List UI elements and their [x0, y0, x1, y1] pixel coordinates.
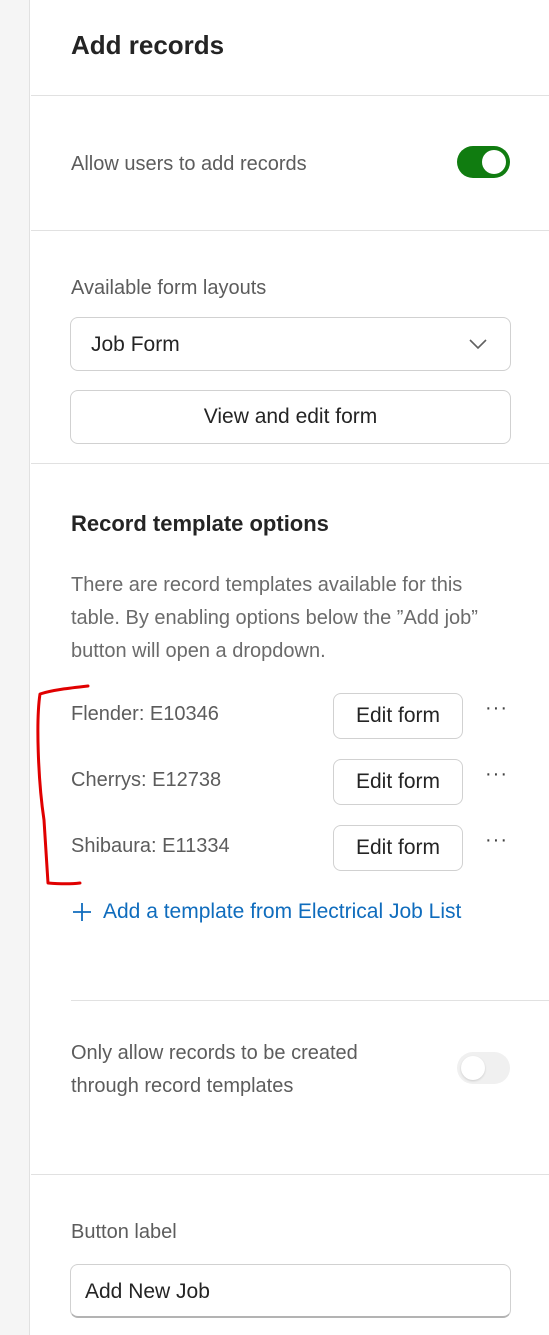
button-label-value: Add New Job	[85, 1280, 210, 1303]
allow-add-toggle[interactable]	[457, 146, 510, 178]
form-layouts-label: Available form layouts	[71, 277, 267, 299]
edit-form-button[interactable]: Edit form	[333, 825, 463, 871]
only-templates-toggle[interactable]	[457, 1052, 510, 1084]
template-name: Cherrys: E12738	[71, 769, 222, 791]
button-label-heading: Button label	[71, 1221, 177, 1243]
only-templates-label-line2: through record templates	[71, 1075, 294, 1097]
divider	[31, 230, 549, 231]
template-row: Shibaura: E11334 Edit form ···	[31, 825, 549, 871]
record-template-description: There are record templates available for…	[71, 574, 478, 662]
toggle-knob	[461, 1056, 485, 1080]
template-row: Flender: E10346 Edit form ···	[31, 693, 549, 739]
divider	[31, 1174, 549, 1175]
button-label-input[interactable]: Add New Job	[70, 1264, 511, 1318]
template-row: Cherrys: E12738 Edit form ···	[31, 759, 549, 805]
allow-add-label: Allow users to add records	[71, 153, 307, 175]
more-options-icon[interactable]: ···	[485, 763, 508, 786]
panel-title: Add records	[71, 30, 225, 60]
divider	[31, 95, 549, 96]
toggle-knob	[482, 150, 506, 174]
divider	[31, 463, 549, 464]
chevron-down-icon	[469, 339, 487, 350]
template-name: Flender: E10346	[71, 703, 219, 725]
view-edit-form-button[interactable]: View and edit form	[70, 390, 511, 444]
more-options-icon[interactable]: ···	[485, 697, 508, 720]
template-name: Shibaura: E11334	[71, 835, 230, 857]
add-template-link[interactable]: Add a template from Electrical Job List	[71, 900, 461, 924]
record-template-title: Record template options	[71, 511, 329, 536]
divider	[71, 1000, 549, 1001]
edit-form-button[interactable]: Edit form	[333, 693, 463, 739]
edit-form-button[interactable]: Edit form	[333, 759, 463, 805]
form-layout-selected: Job Form	[91, 333, 180, 356]
plus-icon	[73, 903, 91, 921]
form-layout-select[interactable]: Job Form	[70, 317, 511, 371]
add-template-label: Add a template from Electrical Job List	[103, 900, 462, 923]
add-records-panel: Add records Allow users to add records A…	[31, 0, 549, 1335]
more-options-icon[interactable]: ···	[485, 829, 508, 852]
left-rail	[0, 0, 30, 1335]
only-templates-label-line1: Only allow records to be created	[71, 1042, 358, 1064]
